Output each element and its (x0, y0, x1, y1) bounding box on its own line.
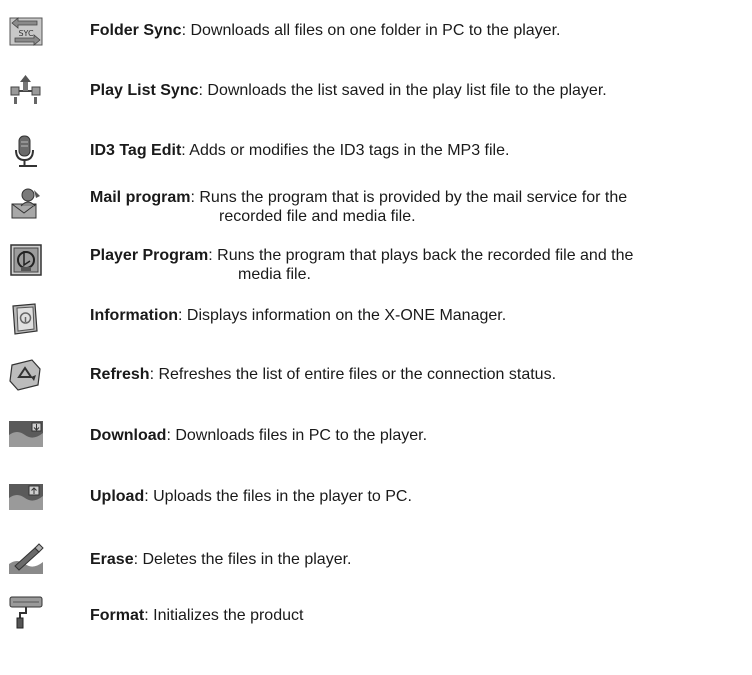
item-text: : Displays information on the X-ONE Mana… (178, 307, 507, 324)
item-term: Mail program (90, 189, 191, 206)
item-term: Upload (90, 488, 145, 505)
item-text: : Uploads the files in the player to PC. (144, 488, 412, 505)
item-description: Player Program: Runs the program that pl… (90, 246, 633, 284)
item-description: Folder Sync: Downloads all files on one … (90, 21, 560, 40)
item-description: Erase: Deletes the files in the player. (90, 550, 352, 569)
information-icon (7, 301, 45, 337)
item-term: Player Program (90, 247, 209, 264)
item-description: Upload: Uploads the files in the player … (90, 487, 412, 506)
item-text-continued: recorded file and media file. (219, 208, 416, 225)
item-description: Refresh: Refreshes the list of entire fi… (90, 365, 556, 384)
item-term: Refresh (90, 366, 150, 383)
item-description: Download: Downloads files in PC to the p… (90, 426, 427, 445)
item-description: Play List Sync: Downloads the list saved… (90, 81, 607, 100)
erase-icon (7, 540, 45, 576)
item-text: : Refreshes the list of entire files or … (149, 366, 557, 383)
item-text: : Downloads all files on one folder in P… (181, 22, 561, 39)
item-text: : Deletes the files in the player. (133, 551, 352, 568)
refresh-icon (7, 357, 45, 393)
item-text: : Downloads files in PC to the player. (166, 427, 428, 444)
format-icon (7, 594, 45, 630)
item-description: Format: Initializes the product (90, 606, 303, 625)
item-term: Format (90, 607, 145, 624)
item-term: Download (90, 427, 167, 444)
item-term: Information (90, 307, 178, 324)
item-text-continued: media file. (238, 266, 311, 283)
item-term: Play List Sync (90, 82, 199, 99)
item-description: Information: Displays information on the… (90, 306, 506, 325)
item-term: ID3 Tag Edit (90, 142, 182, 159)
item-term: Erase (90, 551, 134, 568)
download-icon (7, 415, 45, 451)
item-text: : Downloads the list saved in the play l… (198, 82, 607, 99)
item-text: : Initializes the product (144, 607, 304, 624)
item-description: ID3 Tag Edit: Adds or modifies the ID3 t… (90, 141, 509, 160)
id3-tag-edit-icon (7, 134, 45, 170)
item-term: Folder Sync (90, 22, 182, 39)
item-text: : Runs the program that is provided by t… (190, 189, 628, 206)
item-description: Mail program: Runs the program that is p… (90, 188, 627, 226)
item-text: : Runs the program that plays back the r… (208, 247, 634, 264)
folder-sync-icon: SYC (7, 14, 45, 50)
mail-program-icon (7, 186, 45, 222)
svg-text:SYC: SYC (18, 29, 34, 38)
play-list-sync-icon (7, 73, 45, 109)
upload-icon (7, 478, 45, 514)
item-text: : Adds or modifies the ID3 tags in the M… (181, 142, 510, 159)
player-program-icon (7, 243, 45, 279)
